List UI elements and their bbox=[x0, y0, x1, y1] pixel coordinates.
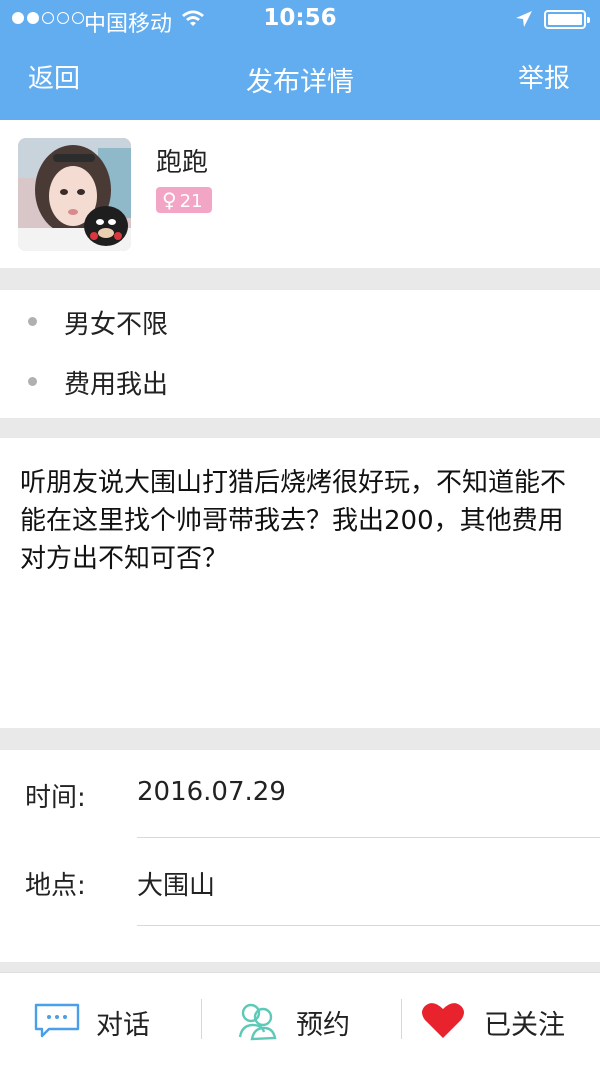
post-description: 听朋友说大围山打猎后烧烤很好玩，不知道能不能在这里找个帅哥带我去？我出200，其… bbox=[0, 438, 600, 728]
avatar-image bbox=[18, 138, 131, 251]
battery-icon bbox=[544, 10, 590, 29]
section-divider bbox=[0, 268, 600, 290]
bullet-icon bbox=[28, 317, 37, 326]
requirement-list: 男女不限 费用我出 bbox=[0, 290, 600, 418]
status-time: 10:56 bbox=[263, 5, 337, 31]
place-label: 地点: bbox=[25, 871, 86, 901]
requirement-text: 费用我出 bbox=[64, 370, 169, 400]
avatar[interactable] bbox=[18, 138, 131, 251]
follow-button[interactable]: 已关注 bbox=[402, 973, 600, 1065]
book-label: 预约 bbox=[296, 1010, 350, 1041]
book-button[interactable]: 预约 bbox=[202, 973, 400, 1065]
user-name: 跑跑 bbox=[156, 148, 209, 178]
bottom-action-bar: 对话 预约 已关注 bbox=[0, 972, 600, 1065]
event-info: 时间: 2016.07.29 地点: 大围山 bbox=[0, 750, 600, 965]
follow-label: 已关注 bbox=[484, 1010, 565, 1041]
chat-label: 对话 bbox=[96, 1010, 150, 1041]
female-icon: ♀ bbox=[162, 188, 177, 212]
bullet-icon bbox=[28, 377, 37, 386]
chat-button[interactable]: 对话 bbox=[0, 973, 200, 1065]
section-divider bbox=[0, 728, 600, 750]
user-card: 跑跑 ♀ 21 bbox=[0, 120, 600, 268]
report-button[interactable]: 举报 bbox=[518, 58, 570, 95]
status-bar: 中国移动 10:56 bbox=[0, 0, 600, 40]
people-icon bbox=[238, 1003, 277, 1041]
row-divider bbox=[137, 925, 600, 926]
section-divider bbox=[0, 962, 600, 972]
time-label: 时间: bbox=[25, 783, 86, 813]
top-bar: 中国移动 10:56 返回 发布详情 举报 bbox=[0, 0, 600, 120]
place-value: 大围山 bbox=[137, 871, 216, 901]
gender-age-badge: ♀ 21 bbox=[156, 187, 212, 213]
location-arrow-icon bbox=[516, 11, 532, 27]
page-title: 发布详情 bbox=[246, 67, 354, 98]
place-row: 地点: 大围山 bbox=[0, 838, 600, 926]
user-age: 21 bbox=[179, 191, 203, 212]
list-item: 费用我出 bbox=[0, 350, 600, 408]
requirement-text: 男女不限 bbox=[64, 310, 169, 340]
chat-bubble-icon bbox=[34, 1003, 80, 1038]
section-divider bbox=[0, 418, 600, 438]
time-value: 2016.07.29 bbox=[137, 777, 286, 807]
time-row: 时间: 2016.07.29 bbox=[0, 750, 600, 838]
list-item: 男女不限 bbox=[0, 290, 600, 348]
heart-icon bbox=[422, 1003, 464, 1038]
